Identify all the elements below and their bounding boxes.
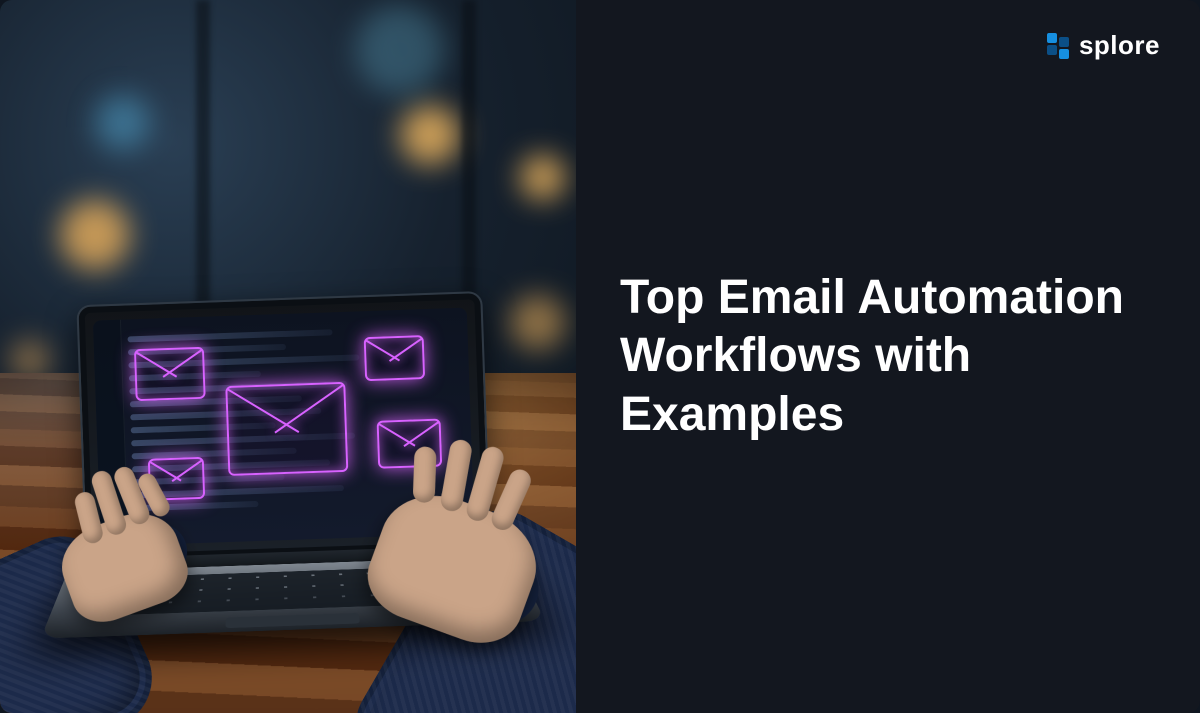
trackpad [225,613,360,628]
envelope-icon [225,382,348,476]
bokeh-light [400,105,460,165]
brand-logo: splore [1047,30,1160,61]
logo-mark-icon [1047,33,1069,59]
bokeh-light [60,200,130,270]
laptop [64,291,505,636]
bokeh-light [355,5,445,95]
envelope-icon [364,335,425,381]
bokeh-light [95,95,150,150]
bokeh-light [520,155,565,200]
bokeh-light [510,295,565,350]
page-title: Top Email Automation Workflows with Exam… [620,269,1140,445]
envelope-icon [134,347,206,401]
hero-card: splore Top Email Automation Workflows wi… [0,0,1200,713]
brand-name: splore [1079,30,1160,61]
hero-photo [0,0,576,713]
text-panel: splore Top Email Automation Workflows wi… [576,0,1200,713]
